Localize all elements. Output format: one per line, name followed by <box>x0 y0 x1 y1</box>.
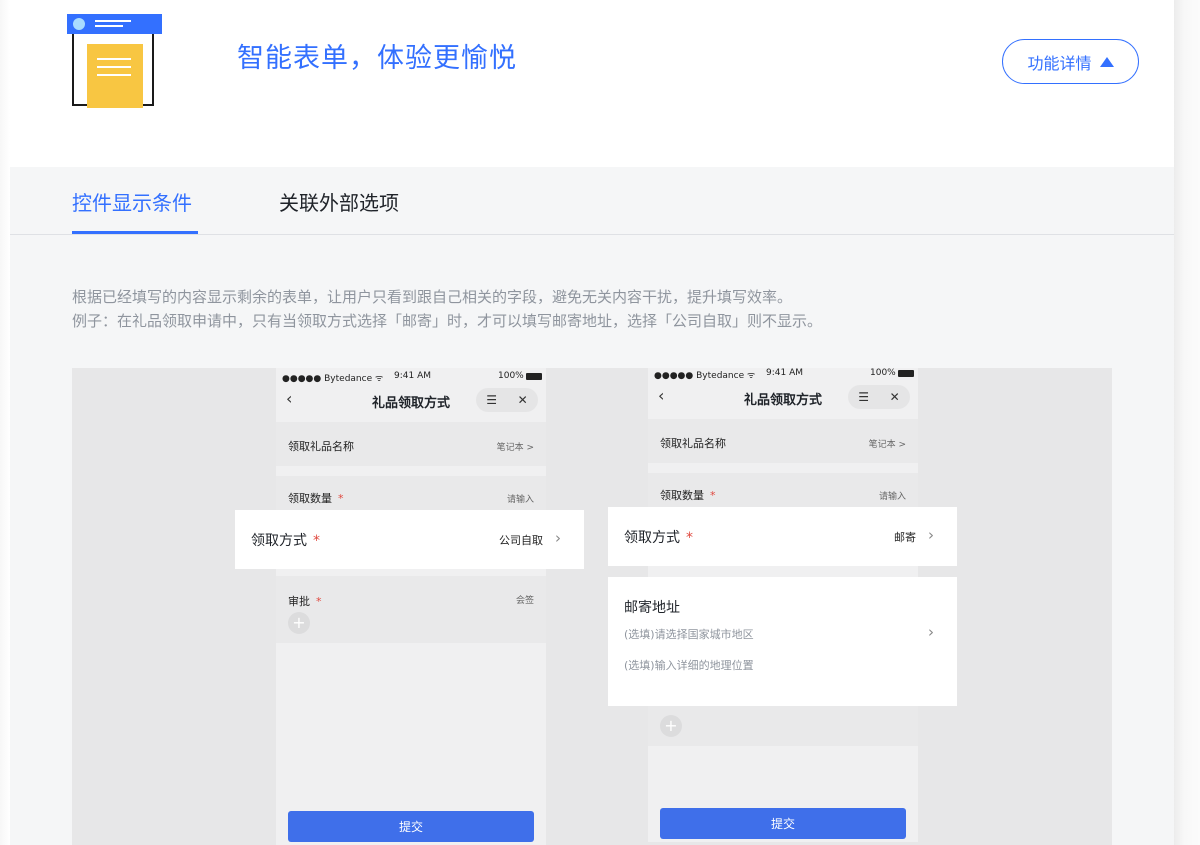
submit-button: 提交 <box>288 811 534 842</box>
feature-headline: 智能表单，体验更愉悦 <box>237 43 517 74</box>
mail-address-card: 邮寄地址 (选填)请选择国家城市地区 › (选填)输入详细的地理位置 <box>608 577 957 706</box>
chevron-right-icon: › <box>928 526 934 544</box>
row-gift-name: 领取礼品名称 笔记本 > <box>276 422 546 466</box>
left-shadow <box>0 0 10 845</box>
close-icon: ✕ <box>517 393 528 407</box>
row-value: 笔记本 > <box>496 443 534 453</box>
address-label: 邮寄地址 <box>624 600 680 616</box>
tab-external-options[interactable]: 关联外部选项 <box>279 187 399 216</box>
detail-button-label: 功能详情 <box>1027 53 1092 73</box>
feature-detail-button[interactable]: 功能详情 <box>1002 39 1139 84</box>
row-label: 领取数量 * <box>288 492 344 505</box>
status-bar: ●●●●● Bytedance ᯤ 9:41 AM 100% <box>648 368 918 381</box>
plus-icon: + <box>288 612 310 634</box>
tab-display-conditions[interactable]: 控件显示条件 <box>72 187 192 216</box>
status-time: 9:41 AM <box>394 371 431 381</box>
feature-tabs: 控件显示条件 关联外部选项 <box>10 167 1174 235</box>
row-gift-name: 领取礼品名称 笔记本 > <box>648 419 918 463</box>
row-quantity: 领取数量 * 请输入 <box>276 476 546 512</box>
page: 智能表单，体验更愉悦 功能详情 控件显示条件 关联外部选项 根据已经填写的内容显… <box>0 0 1200 845</box>
description-line-1: 根据已经填写的内容显示剩余的表单，让用户只看到跟自己相关的字段，避免无关内容干扰… <box>72 288 793 306</box>
row-label: 领取数量 * <box>660 489 716 502</box>
feature-description: 根据已经填写的内容显示剩余的表单，让用户只看到跟自己相关的字段，避免无关内容干扰… <box>72 285 822 333</box>
feature-content: 控件显示条件 关联外部选项 根据已经填写的内容显示剩余的表单，让用户只看到跟自己… <box>10 167 1174 845</box>
demo-illustration: ●●●●● Bytedance ᯤ 9:41 AM 100% ‹ 礼品领取方式 … <box>72 368 1112 845</box>
capsule-buttons: ☰ ✕ <box>476 388 538 412</box>
feature-header: 智能表单，体验更愉悦 功能详情 <box>10 0 1174 167</box>
mail-method-card: 领取方式 * 邮寄 › <box>608 507 957 566</box>
right-shadow <box>1174 0 1200 845</box>
method-value: 邮寄 <box>894 531 916 544</box>
detail-hint: (选填)输入详细的地理位置 <box>624 659 754 672</box>
row-value: 请输入 <box>878 492 906 502</box>
phone-navbar: ‹ 礼品领取方式 ☰ ✕ <box>276 386 546 414</box>
status-carrier: ●●●●● Bytedance ᯤ <box>282 374 384 384</box>
submit-button: 提交 <box>660 808 906 839</box>
menu-icon: ☰ <box>486 393 498 407</box>
row-approval: 审批 * 会签 + <box>276 576 546 643</box>
triangle-up-icon <box>1099 56 1114 67</box>
chevron-right-icon: › <box>555 529 561 547</box>
description-line-2: 例子：在礼品领取申请中，只有当领取方式选择「邮寄」时，才可以填写邮寄地址，选择「… <box>72 312 823 330</box>
status-bar: ●●●●● Bytedance ᯤ 9:41 AM 100% <box>276 368 546 384</box>
method-value: 公司自取 <box>499 534 543 547</box>
row-value: 笔记本 > <box>868 440 906 450</box>
status-carrier: ●●●●● Bytedance ᯤ <box>654 371 756 381</box>
battery-icon <box>897 369 914 377</box>
form-document-icon <box>67 14 167 112</box>
chevron-right-icon: › <box>928 623 934 641</box>
capsule-buttons: ☰ ✕ <box>848 385 910 409</box>
status-battery: 100% <box>498 371 542 381</box>
close-icon: ✕ <box>889 390 900 404</box>
menu-icon: ☰ <box>858 390 870 404</box>
status-time: 9:41 AM <box>766 368 803 378</box>
phone-mockup-pickup: ●●●●● Bytedance ᯤ 9:41 AM 100% ‹ 礼品领取方式 … <box>276 368 546 845</box>
row-label: 领取礼品名称 <box>660 437 726 450</box>
pickup-method-card: 领取方式 * 公司自取 › <box>235 510 584 569</box>
phone-navbar: ‹ 礼品领取方式 ☰ ✕ <box>648 383 918 411</box>
method-label: 领取方式 * <box>251 533 320 549</box>
status-battery: 100% <box>870 368 914 378</box>
row-value: 请输入 <box>506 495 534 505</box>
battery-icon <box>525 372 542 380</box>
row-label: 领取礼品名称 <box>288 440 354 453</box>
row-value: 会签 <box>515 596 534 606</box>
row-label: 审批 * <box>288 595 322 608</box>
row-quantity: 领取数量 * 请输入 <box>648 473 918 509</box>
region-hint: (选填)请选择国家城市地区 <box>624 628 754 641</box>
plus-icon: + <box>660 715 682 737</box>
active-tab-indicator <box>72 231 198 234</box>
method-label: 领取方式 * <box>624 530 693 546</box>
